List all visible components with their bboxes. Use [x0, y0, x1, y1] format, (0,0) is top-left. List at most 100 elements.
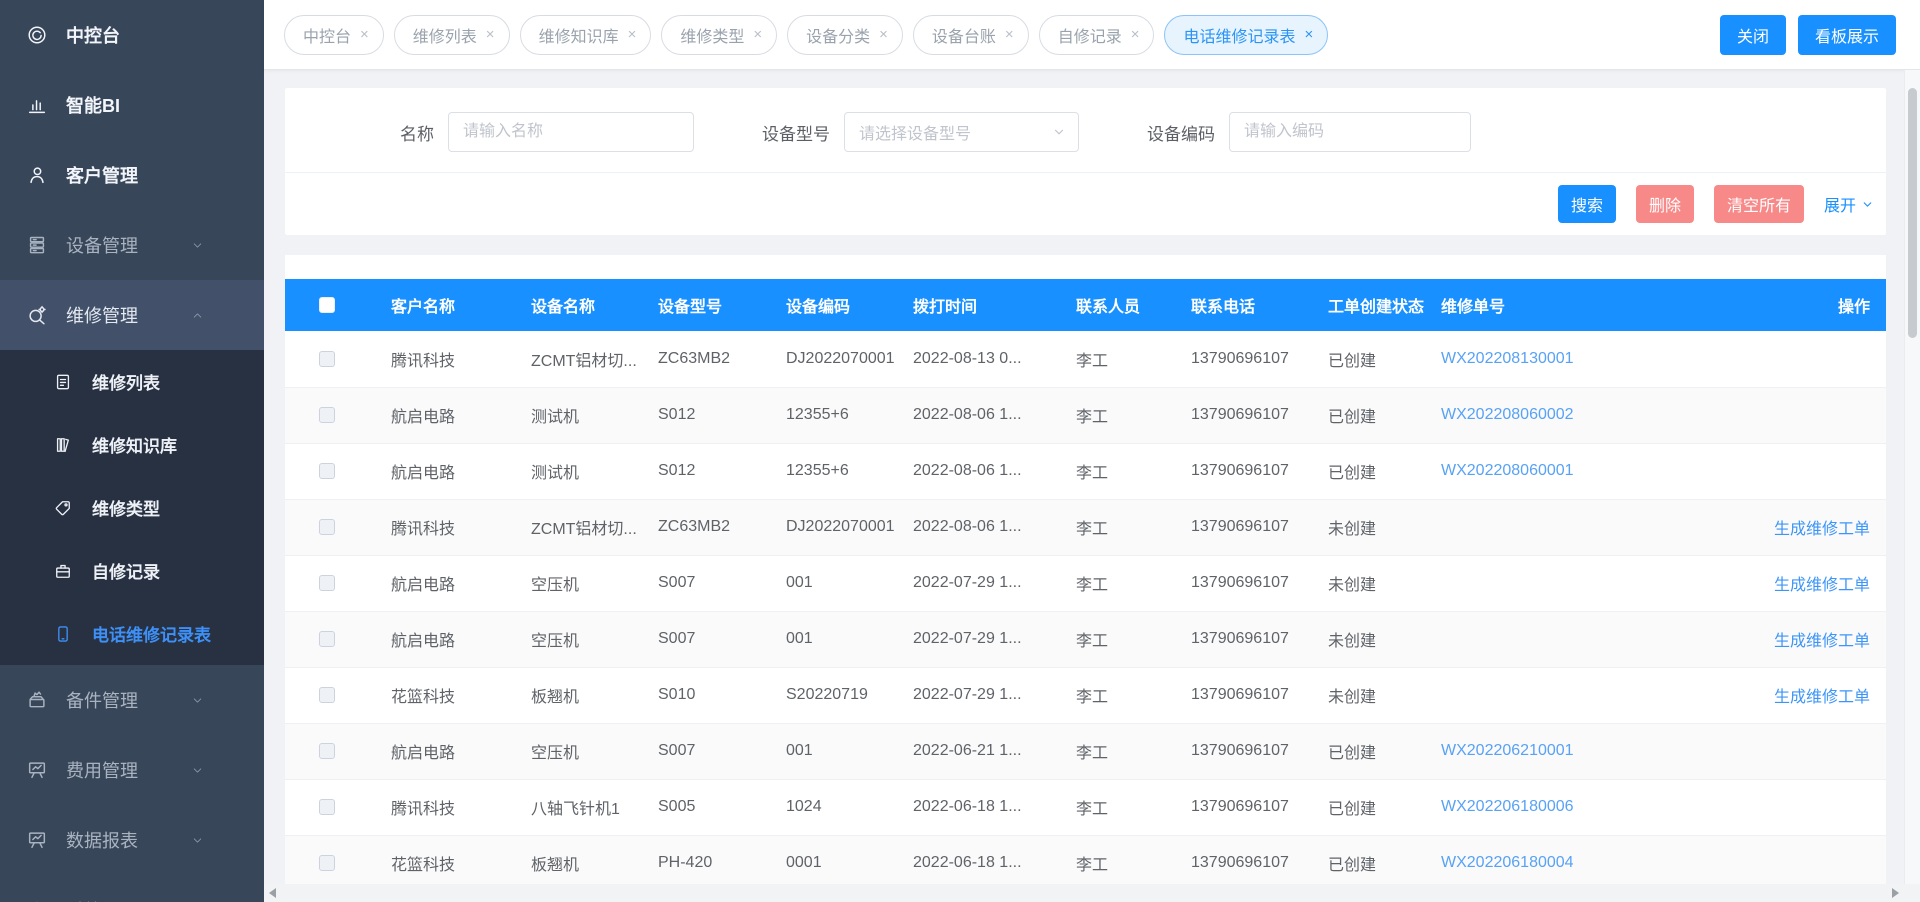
row-checkbox[interactable] [319, 351, 335, 367]
close-tab-icon[interactable]: × [879, 27, 888, 42]
close-tab-icon[interactable]: × [1131, 27, 1140, 42]
sidebar-item-data-report[interactable]: 数据报表 [0, 805, 264, 875]
cell-code: 001 [770, 611, 897, 667]
tab-console[interactable]: 中控台× [284, 15, 384, 55]
device-model-select[interactable]: 请选择设备型号 [844, 112, 1079, 152]
close-tab-icon[interactable]: × [628, 27, 637, 42]
row-checkbox[interactable] [319, 631, 335, 647]
generate-workorder-link[interactable]: 生成维修工单 [1774, 633, 1870, 650]
name-label: 名称 [400, 120, 434, 145]
tab-label: 维修列表 [413, 23, 477, 47]
tab-device-category[interactable]: 设备分类× [787, 15, 903, 55]
scroll-left-arrow-icon[interactable] [269, 888, 276, 898]
device-code-input[interactable] [1229, 112, 1471, 152]
cell-repair-order-no[interactable]: WX202208060002 [1425, 387, 1685, 443]
tab-repair-list[interactable]: 维修列表 × [394, 15, 510, 55]
tab-device-ledger[interactable]: 设备台账× [913, 15, 1029, 55]
sidebar-item-spare-parts-mgmt[interactable]: 备件管理 [0, 665, 264, 735]
cell-model: PH-420 [642, 835, 770, 884]
cell-device: 测试机 [515, 387, 642, 443]
tab-repair-knowledge[interactable]: 维修知识库× [520, 15, 652, 55]
cell-repair-order-no[interactable]: WX202206180006 [1425, 779, 1685, 835]
delete-button[interactable]: 删除 [1636, 185, 1694, 223]
cell-phone: 13790696107 [1175, 387, 1312, 443]
cell-phone: 13790696107 [1175, 443, 1312, 499]
close-tab-icon[interactable]: × [753, 27, 762, 42]
close-button[interactable]: 关闭 [1720, 15, 1786, 55]
row-checkbox[interactable] [319, 687, 335, 703]
cell-model: S012 [642, 443, 770, 499]
chevron-down-icon [191, 764, 204, 777]
device-code-label: 设备编码 [1147, 120, 1215, 145]
row-checkbox-cell [285, 555, 375, 611]
generate-workorder-link[interactable]: 生成维修工单 [1774, 521, 1870, 538]
sidebar-item-repair-knowledge[interactable]: 维修知识库 [0, 413, 264, 476]
cell-repair-order-no[interactable]: WX202206180004 [1425, 835, 1685, 884]
cell-code: 12355+6 [770, 443, 897, 499]
search-button[interactable]: 搜索 [1558, 185, 1616, 223]
generate-workorder-link[interactable]: 生成维修工单 [1774, 689, 1870, 706]
table-row: 航启电路测试机S01212355+62022-08-06 1...李工13790… [285, 387, 1886, 443]
table-row: 航启电路空压机S0070012022-06-21 1...李工137906961… [285, 723, 1886, 779]
row-checkbox-cell [285, 779, 375, 835]
expand-toggle[interactable]: 展开 [1824, 192, 1874, 216]
sidebar-item-label: 费用管理 [66, 757, 138, 783]
cell-repair-order-no[interactable]: WX202208060001 [1425, 443, 1685, 499]
content: 名称 设备型号 请选择设备型号 设备编码 [264, 70, 1920, 884]
app-window: 中控台智能BI客户管理设备管理维修管理维修列表维修知识库维修类型自修记录电话维修… [0, 0, 1920, 902]
select-all-checkbox[interactable] [319, 297, 335, 313]
tab-phone-repair-record[interactable]: 电话维修记录表× [1164, 15, 1328, 55]
briefcase-icon [53, 561, 73, 581]
row-checkbox[interactable] [319, 855, 335, 871]
cell-contact: 李工 [1060, 667, 1175, 723]
sidebar-item-self-repair-record[interactable]: 自修记录 [0, 539, 264, 602]
name-input[interactable] [448, 112, 694, 152]
cell-phone: 13790696107 [1175, 499, 1312, 555]
name-field-group: 名称 [400, 112, 694, 152]
cell-customer: 航启电路 [375, 611, 515, 667]
row-checkbox[interactable] [319, 799, 335, 815]
scroll-right-arrow-icon[interactable] [1892, 888, 1899, 898]
sidebar-item-phone-repair-record[interactable]: 电话维修记录表 [0, 602, 264, 665]
sidebar-item-repair-type[interactable]: 维修类型 [0, 476, 264, 539]
tag-icon [53, 498, 73, 518]
row-checkbox[interactable] [319, 519, 335, 535]
sidebar-item-device-mgmt[interactable]: 设备管理 [0, 210, 264, 280]
cell-code: 12355+6 [770, 387, 897, 443]
cell-contact: 李工 [1060, 331, 1175, 387]
close-tab-icon[interactable]: × [1005, 27, 1014, 42]
cell-time: 2022-06-18 1... [897, 835, 1060, 884]
vertical-scrollbar[interactable] [1904, 70, 1920, 884]
sidebar-item-smart-bi[interactable]: 智能BI [0, 70, 264, 140]
cell-customer: 航启电路 [375, 555, 515, 611]
table-card: 客户名称设备名称设备型号设备编码拨打时间联系人员联系电话工单创建状态维修单号操作… [285, 255, 1886, 884]
cell-model: S012 [642, 387, 770, 443]
row-checkbox[interactable] [319, 575, 335, 591]
tab-repair-type[interactable]: 维修类型× [661, 15, 777, 55]
cell-time: 2022-07-29 1... [897, 611, 1060, 667]
board-display-button[interactable]: 看板展示 [1798, 15, 1896, 55]
sidebar-item-customer-mgmt[interactable]: 客户管理 [0, 140, 264, 210]
close-tab-icon[interactable]: × [486, 27, 495, 42]
sidebar-item-cost-mgmt[interactable]: 费用管理 [0, 735, 264, 805]
vertical-scrollbar-thumb[interactable] [1908, 88, 1917, 338]
close-tab-icon[interactable]: × [360, 27, 369, 42]
cell-repair-order-no[interactable]: WX202206210001 [1425, 723, 1685, 779]
tab-self-repair-record[interactable]: 自修记录× [1039, 15, 1155, 55]
row-checkbox[interactable] [319, 463, 335, 479]
sidebar-item-repair-mgmt[interactable]: 维修管理 [0, 280, 264, 350]
generate-workorder-link[interactable]: 生成维修工单 [1774, 577, 1870, 594]
row-checkbox[interactable] [319, 743, 335, 759]
cell-device: 空压机 [515, 723, 642, 779]
close-tab-icon[interactable]: × [1304, 27, 1313, 42]
cell-phone: 13790696107 [1175, 611, 1312, 667]
column-header-contact-person: 联系人员 [1060, 279, 1175, 331]
sidebar-item-system-settings[interactable]: 系统设置 [0, 875, 264, 902]
horizontal-scrollbar[interactable] [264, 884, 1904, 902]
clear-all-button[interactable]: 清空所有 [1714, 185, 1804, 223]
sidebar-item-repair-list[interactable]: 维修列表 [0, 350, 264, 413]
cell-repair-order-no[interactable]: WX202208130001 [1425, 331, 1685, 387]
row-checkbox[interactable] [319, 407, 335, 423]
sidebar-item-label: 维修管理 [66, 302, 138, 328]
sidebar-item-console[interactable]: 中控台 [0, 0, 264, 70]
